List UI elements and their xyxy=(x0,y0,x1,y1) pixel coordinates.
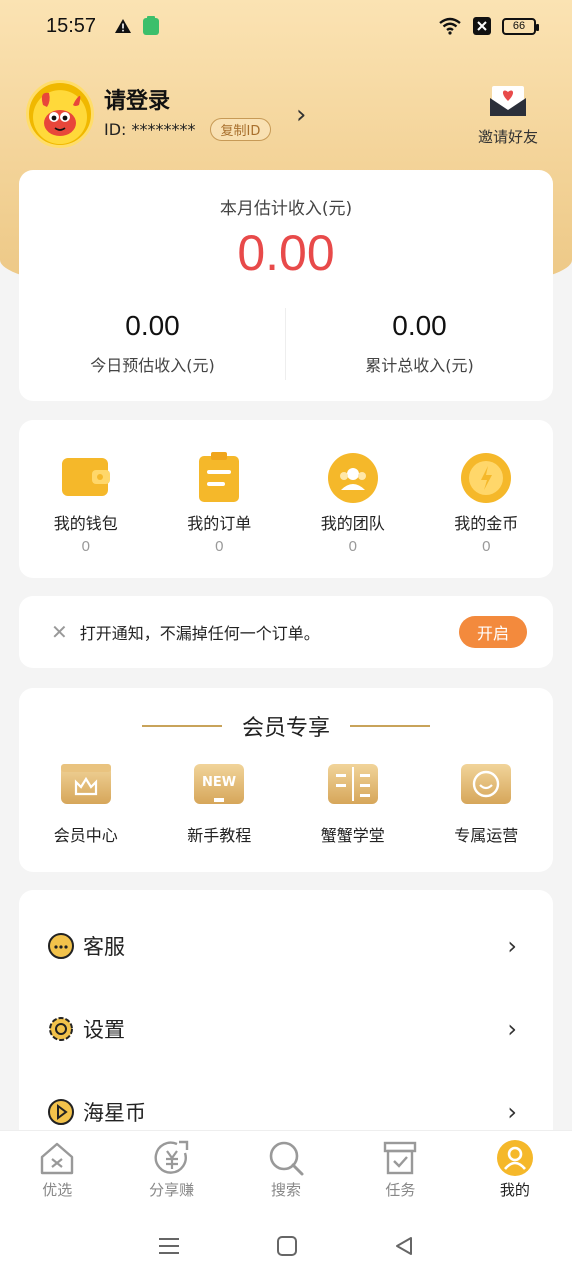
my-wallet-button[interactable]: 我的钱包 0 xyxy=(19,420,153,578)
my-orders-button[interactable]: 我的订单 0 xyxy=(153,420,287,578)
menu-label-starfish-coin: 海星币 xyxy=(83,1101,146,1125)
dedicated-operations-button[interactable]: 专属运营 xyxy=(420,764,554,846)
my-team-count: 0 xyxy=(348,538,357,555)
member-center-button[interactable]: 会员中心 xyxy=(19,764,153,846)
lobster-mascot-icon xyxy=(41,92,81,136)
today-estimate: 0.00 今日预估收入(元) xyxy=(19,310,286,376)
tab-share-earn[interactable]: 分享赚 xyxy=(114,1131,228,1211)
warning-icon xyxy=(115,19,132,33)
total-income-label: 累计总收入(元) xyxy=(365,356,474,375)
enable-notification-button[interactable]: 开启 xyxy=(458,616,527,648)
order-icon xyxy=(193,452,245,504)
user-id: ID: ******** xyxy=(104,119,196,139)
crab-academy-label: 蟹蟹学堂 xyxy=(320,826,385,845)
total-income: 0.00 累计总收入(元) xyxy=(286,310,553,376)
today-estimate-label: 今日预估收入(元) xyxy=(90,356,215,375)
tab-tasks[interactable]: 任务 xyxy=(343,1131,457,1211)
task-icon xyxy=(381,1139,419,1177)
avatar[interactable] xyxy=(26,80,94,148)
beginner-tutorial-button[interactable]: NEW 新手教程 xyxy=(153,764,287,846)
search-icon xyxy=(267,1139,305,1177)
my-coins-button[interactable]: 我的金币 0 xyxy=(420,420,554,578)
my-orders-count: 0 xyxy=(215,538,224,555)
home-icon xyxy=(38,1139,76,1177)
battery-indicator: 66 xyxy=(502,17,539,35)
gear-icon xyxy=(47,1015,75,1043)
my-orders-label: 我的订单 xyxy=(187,514,252,533)
my-wallet-count: 0 xyxy=(81,538,90,555)
monthly-estimate-value: 0.00 xyxy=(237,225,335,281)
tab-mine[interactable]: 我的 xyxy=(458,1131,572,1211)
chevron-right-icon[interactable]: › xyxy=(296,100,306,130)
tab-search[interactable]: 搜索 xyxy=(229,1131,343,1211)
tab-label-share-earn: 分享赚 xyxy=(149,1181,195,1199)
menu-item-customer-service[interactable]: 客服 › xyxy=(19,904,553,988)
menu-label-settings: 设置 xyxy=(83,1018,125,1042)
dedicated-operations-label: 专属运营 xyxy=(454,826,519,845)
menu-item-settings[interactable]: 设置 › xyxy=(19,987,553,1071)
monthly-estimate-label: 本月估计收入(元) xyxy=(219,199,353,219)
home-square-icon[interactable] xyxy=(276,1235,298,1257)
member-section-title: 会员专享 xyxy=(241,716,330,741)
status-bar: 15:57 66 xyxy=(0,0,572,52)
tab-label-home: 优选 xyxy=(42,1181,73,1199)
chevron-right-icon: › xyxy=(507,1098,517,1126)
my-team-label: 我的团队 xyxy=(320,514,385,533)
envelope-heart-icon xyxy=(490,86,526,116)
chat-bubble-icon xyxy=(47,932,75,960)
invite-friends-button[interactable]: 邀请好友 xyxy=(470,82,546,147)
wallet-icon xyxy=(60,452,112,504)
share-yen-icon xyxy=(153,1139,191,1177)
copy-id-button[interactable]: 复制ID xyxy=(209,117,272,141)
title-divider-right xyxy=(350,725,430,727)
crown-card-icon xyxy=(60,764,111,804)
my-coins-label: 我的金币 xyxy=(454,514,519,533)
beginner-tutorial-label: 新手教程 xyxy=(187,826,252,845)
invite-label: 邀请好友 xyxy=(477,128,538,146)
my-team-button[interactable]: 我的团队 0 xyxy=(286,420,420,578)
star-coin-icon xyxy=(47,1098,75,1126)
tab-label-mine: 我的 xyxy=(499,1181,530,1199)
notification-text: 打开通知，不漏掉任何一个订单。 xyxy=(79,624,320,643)
title-divider-left xyxy=(141,725,222,727)
sim-app-icon xyxy=(143,16,160,35)
bottom-tab-bar: 优选 分享赚 搜索 任务 我的 xyxy=(0,1131,572,1211)
tab-label-tasks: 任务 xyxy=(385,1181,416,1199)
member-exclusive-card: 会员专享 会员中心 NEW 新手教程 蟹蟹学堂 专属运营 xyxy=(19,688,553,872)
total-income-value: 0.00 xyxy=(392,310,447,341)
chevron-right-icon: › xyxy=(507,1015,517,1043)
my-wallet-label: 我的钱包 xyxy=(53,514,118,533)
login-prompt[interactable]: 请登录 xyxy=(104,88,271,116)
settings-menu-card: 客服 › 设置 › 海星币 › xyxy=(19,890,553,1170)
profile-icon xyxy=(496,1139,534,1177)
smile-chat-icon xyxy=(461,764,512,804)
no-sim-icon xyxy=(473,17,491,35)
today-estimate-value: 0.00 xyxy=(125,310,180,341)
my-coins-count: 0 xyxy=(482,538,491,555)
team-icon xyxy=(327,452,379,504)
close-icon[interactable]: ✕ xyxy=(51,620,68,644)
system-navigation-bar xyxy=(0,1211,572,1280)
menu-icon[interactable] xyxy=(157,1236,181,1256)
coin-icon xyxy=(460,452,512,504)
member-center-label: 会员中心 xyxy=(53,826,118,845)
back-icon[interactable] xyxy=(393,1235,415,1257)
svg-text:NEW: NEW xyxy=(202,775,236,790)
chevron-right-icon: › xyxy=(507,932,517,960)
status-time: 15:57 xyxy=(46,14,97,37)
tab-home[interactable]: 优选 xyxy=(0,1131,114,1211)
profile-header[interactable]: 请登录 ID: ******** 复制ID › 邀请好友 xyxy=(26,78,546,150)
quick-actions-card: 我的钱包 0 我的订单 0 我的团队 0 我的金币 0 xyxy=(19,420,553,578)
notification-banner: ✕ 打开通知，不漏掉任何一个订单。 开启 xyxy=(19,596,553,668)
tab-label-search: 搜索 xyxy=(271,1181,302,1199)
earnings-card: 本月估计收入(元) 0.00 0.00 今日预估收入(元) 0.00 累计总收入… xyxy=(19,170,553,401)
wifi-icon xyxy=(439,17,461,35)
new-screen-icon: NEW xyxy=(194,764,245,804)
crab-academy-button[interactable]: 蟹蟹学堂 xyxy=(286,764,420,846)
menu-label-customer-service: 客服 xyxy=(83,935,125,959)
book-icon xyxy=(327,764,378,804)
